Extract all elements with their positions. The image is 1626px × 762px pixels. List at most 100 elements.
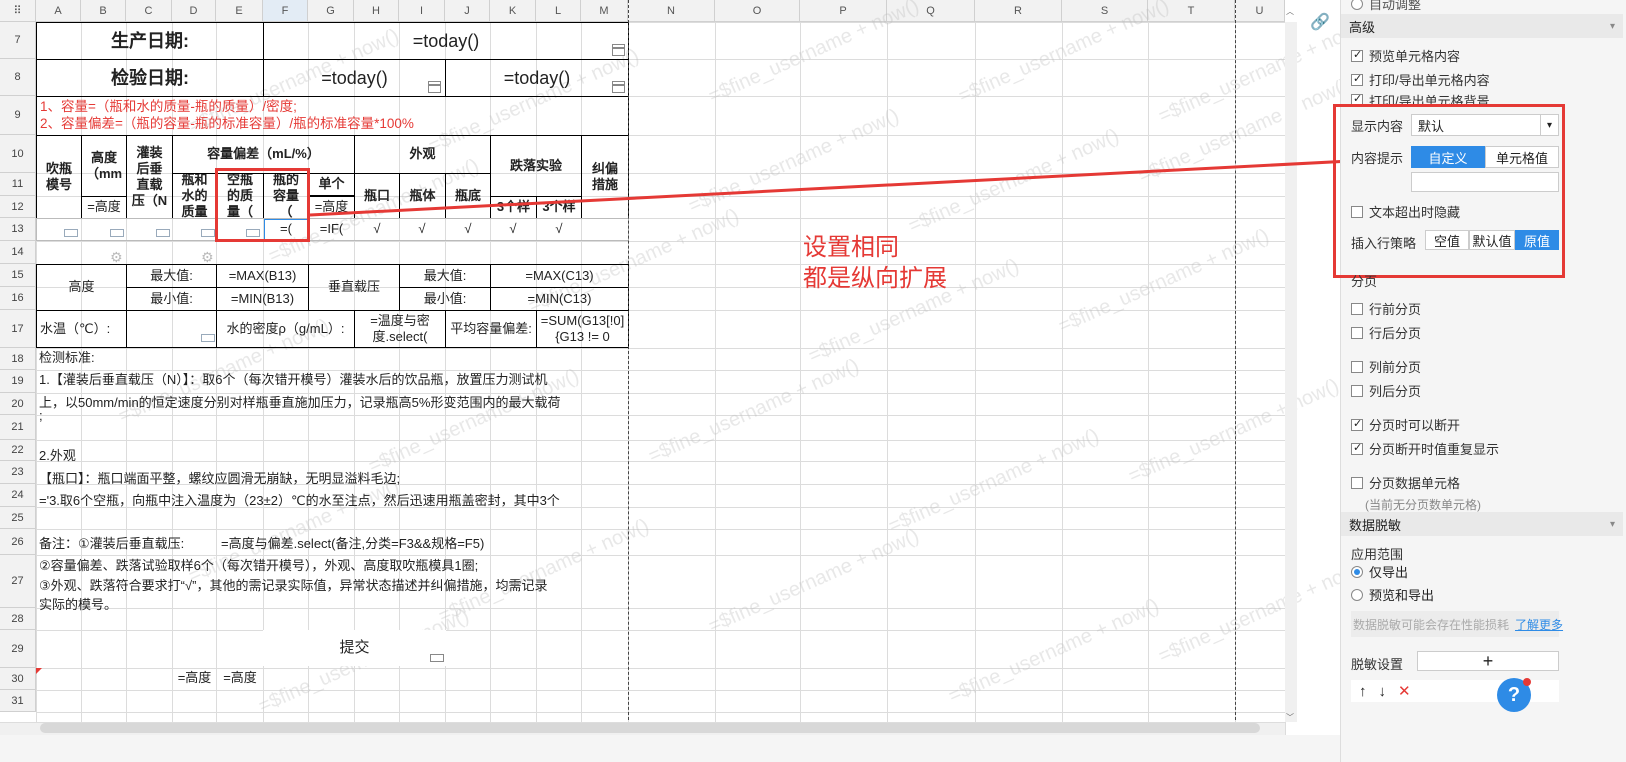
std-2a[interactable]: 【瓶口】：瓶口端面平整，螺纹应圆滑无崩缺，无明显溢料毛边; bbox=[36, 469, 629, 489]
r13-drop1-check[interactable]: √ bbox=[491, 219, 535, 240]
column-header-l[interactable]: L bbox=[536, 0, 581, 22]
learn-more-link[interactable]: 了解更多 bbox=[1515, 616, 1563, 633]
auto-adjust-option[interactable]: 自动调整 bbox=[1351, 0, 1421, 13]
horizontal-scroll-thumb[interactable] bbox=[40, 723, 1260, 733]
page-cell-checkbox[interactable]: 分页数据单元格 bbox=[1351, 473, 1460, 492]
row-header-12[interactable]: 12 bbox=[0, 196, 36, 218]
header-body[interactable]: 瓶体 bbox=[399, 173, 446, 219]
notes-cell[interactable]: 1、容量=（瓶和水的质量-瓶的质量）/密度; 2、容量偏差=（瓶的容量-瓶的标准… bbox=[36, 96, 629, 136]
avg-dev-value[interactable]: =SUM(G13[!0]{G13 != 0 bbox=[536, 310, 629, 348]
link-icon[interactable]: 🔗 bbox=[1310, 12, 1330, 32]
vertical-scrollbar[interactable] bbox=[1285, 22, 1297, 722]
r13-drop2-check[interactable]: √ bbox=[537, 219, 581, 240]
remark-3[interactable]: ③外观、跌落符合要求打“√”，其他的需记录实际值，异常状态描述并纠偏措施，均需记… bbox=[36, 576, 629, 596]
before-col-checkbox[interactable]: 列前分页 bbox=[1351, 357, 1421, 376]
column-header-m[interactable]: M bbox=[581, 0, 628, 22]
column-header-b[interactable]: B bbox=[81, 0, 126, 22]
header-drop-test[interactable]: 跌落实验 bbox=[490, 135, 582, 197]
row-header-31[interactable]: 31 bbox=[0, 690, 36, 712]
column-header-s[interactable]: S bbox=[1062, 0, 1148, 22]
std-3[interactable]: ='3.取6个空瓶，向瓶中注入温度为（23±2）℃的水至注点，然后迅速用瓶盖密封… bbox=[36, 491, 629, 511]
std-title[interactable]: 检测标准: bbox=[36, 348, 629, 368]
insp-date-label[interactable]: 检验日期: bbox=[36, 59, 264, 97]
r13-single-formula[interactable]: =IF( bbox=[309, 219, 354, 240]
column-header-g[interactable]: G bbox=[308, 0, 354, 22]
header-single[interactable]: 单个 bbox=[308, 173, 355, 196]
column-header-i[interactable]: I bbox=[399, 0, 445, 22]
after-row-checkbox[interactable]: 行后分页 bbox=[1351, 323, 1421, 342]
after-col-checkbox[interactable]: 列后分页 bbox=[1351, 381, 1421, 400]
print-checkbox[interactable]: 打印/导出单元格内容 bbox=[1351, 70, 1490, 89]
preview-export-radio[interactable]: 预览和导出 bbox=[1351, 585, 1434, 604]
column-header-t[interactable]: T bbox=[1148, 0, 1235, 22]
prod-date-value[interactable]: =today() bbox=[263, 22, 629, 60]
preview-checkbox[interactable]: 预览单元格内容 bbox=[1351, 46, 1460, 65]
header-mold[interactable]: 吹瓶模号 bbox=[36, 135, 82, 219]
remark-1-value[interactable]: =高度与偏差.select(备注,分类=F3&&规格=F5) bbox=[218, 534, 629, 554]
corner-selector[interactable]: ⠿ bbox=[0, 0, 36, 22]
insp-date-value-1[interactable]: =today() bbox=[263, 59, 446, 97]
row-header-28[interactable]: 28 bbox=[0, 608, 36, 630]
column-header-h[interactable]: H bbox=[354, 0, 399, 22]
column-header-n[interactable]: N bbox=[628, 0, 715, 22]
row-header-15[interactable]: 15 bbox=[0, 264, 36, 287]
r13-bottom-check[interactable]: √ bbox=[446, 219, 490, 240]
column-header-p[interactable]: P bbox=[800, 0, 887, 22]
arrow-up-icon[interactable]: ↑ bbox=[1359, 683, 1367, 700]
column-header-j[interactable]: J bbox=[445, 0, 490, 22]
row-header-8[interactable]: 8 bbox=[0, 59, 36, 96]
export-only-radio[interactable]: 仅导出 bbox=[1351, 562, 1408, 581]
row-header-13[interactable]: 13 bbox=[0, 218, 36, 241]
row-header-24[interactable]: 24 bbox=[0, 484, 36, 507]
can-break-checkbox[interactable]: 分页时可以断开 bbox=[1351, 415, 1460, 434]
density-value[interactable]: =温度与密度.select( bbox=[354, 310, 446, 348]
row-header-27[interactable]: 27 bbox=[0, 555, 36, 608]
column-header-a[interactable]: A bbox=[36, 0, 81, 22]
row-header-23[interactable]: 23 bbox=[0, 461, 36, 484]
repeat-checkbox[interactable]: 分页断开时值重复显示 bbox=[1351, 439, 1499, 458]
row-header-16[interactable]: 16 bbox=[0, 287, 36, 310]
scroll-up-icon[interactable]: ︿ bbox=[1286, 6, 1294, 17]
row-header-18[interactable]: 18 bbox=[0, 348, 36, 370]
r30-e[interactable]: =高度 bbox=[217, 668, 263, 688]
std-1[interactable]: 1.【灌装后垂直载压（N）】：取6个（每次错开模号）灌装水后的饮品瓶，放置压力测… bbox=[36, 370, 629, 390]
header-load[interactable]: 灌装后垂直载压（N bbox=[126, 135, 173, 219]
header-height[interactable]: 高度（mm bbox=[81, 135, 127, 197]
column-header-q[interactable]: Q bbox=[887, 0, 975, 22]
before-row-checkbox[interactable]: 行前分页 bbox=[1351, 299, 1421, 318]
column-header-f[interactable]: F bbox=[263, 0, 308, 22]
delete-icon[interactable]: ✕ bbox=[1398, 682, 1411, 700]
header-mouth[interactable]: 瓶口 bbox=[354, 173, 400, 219]
prod-date-label[interactable]: 生产日期: bbox=[36, 22, 264, 60]
row-header-30[interactable]: 30 bbox=[0, 668, 36, 690]
r13-body-check[interactable]: √ bbox=[400, 219, 444, 240]
vload-min-label[interactable]: 最小值: bbox=[399, 287, 491, 311]
column-header-c[interactable]: C bbox=[126, 0, 172, 22]
row-header-11[interactable]: 11 bbox=[0, 173, 36, 196]
height-max-label[interactable]: 最大值: bbox=[126, 264, 217, 288]
row-header-10[interactable]: 10 bbox=[0, 135, 36, 173]
r12-height[interactable]: =高度 bbox=[81, 196, 127, 219]
row-header-22[interactable]: 22 bbox=[0, 440, 36, 461]
insp-date-value-2[interactable]: =today() bbox=[445, 59, 629, 97]
row-header-19[interactable]: 19 bbox=[0, 370, 36, 393]
header-bottom[interactable]: 瓶底 bbox=[445, 173, 491, 219]
column-header-e[interactable]: E bbox=[216, 0, 263, 22]
r12-drop-2[interactable]: 3个样 bbox=[536, 196, 582, 219]
row-header-29[interactable]: 29 bbox=[0, 630, 36, 668]
r13-mouth-check[interactable]: √ bbox=[355, 219, 399, 240]
row-header-20[interactable]: 20 bbox=[0, 393, 36, 415]
section-mask[interactable]: 数据脱敏 ▾ bbox=[1341, 512, 1623, 536]
row-header-9[interactable]: 9 bbox=[0, 96, 36, 135]
avg-dev-label[interactable]: 平均容量偏差: bbox=[445, 310, 537, 348]
vload-max-label[interactable]: 最大值: bbox=[399, 264, 491, 288]
add-mask-button[interactable]: + bbox=[1417, 651, 1559, 671]
column-header-d[interactable]: D bbox=[172, 0, 216, 22]
header-correction[interactable]: 纠偏措施 bbox=[581, 135, 629, 219]
water-temp-label[interactable]: 水温（℃）: bbox=[36, 310, 127, 348]
spreadsheet-area[interactable]: ⠿ ABCDEFGHIJKLMNOPQRSTU 7 8 9 10 11 12 13 14 15 1… bbox=[0, 0, 1340, 762]
header-appearance[interactable]: 外观 bbox=[354, 135, 491, 174]
row-header-7[interactable]: 7 bbox=[0, 22, 36, 59]
row-header-17[interactable]: 17 bbox=[0, 310, 36, 348]
remark-4[interactable]: 实际的模号。 bbox=[36, 596, 629, 614]
